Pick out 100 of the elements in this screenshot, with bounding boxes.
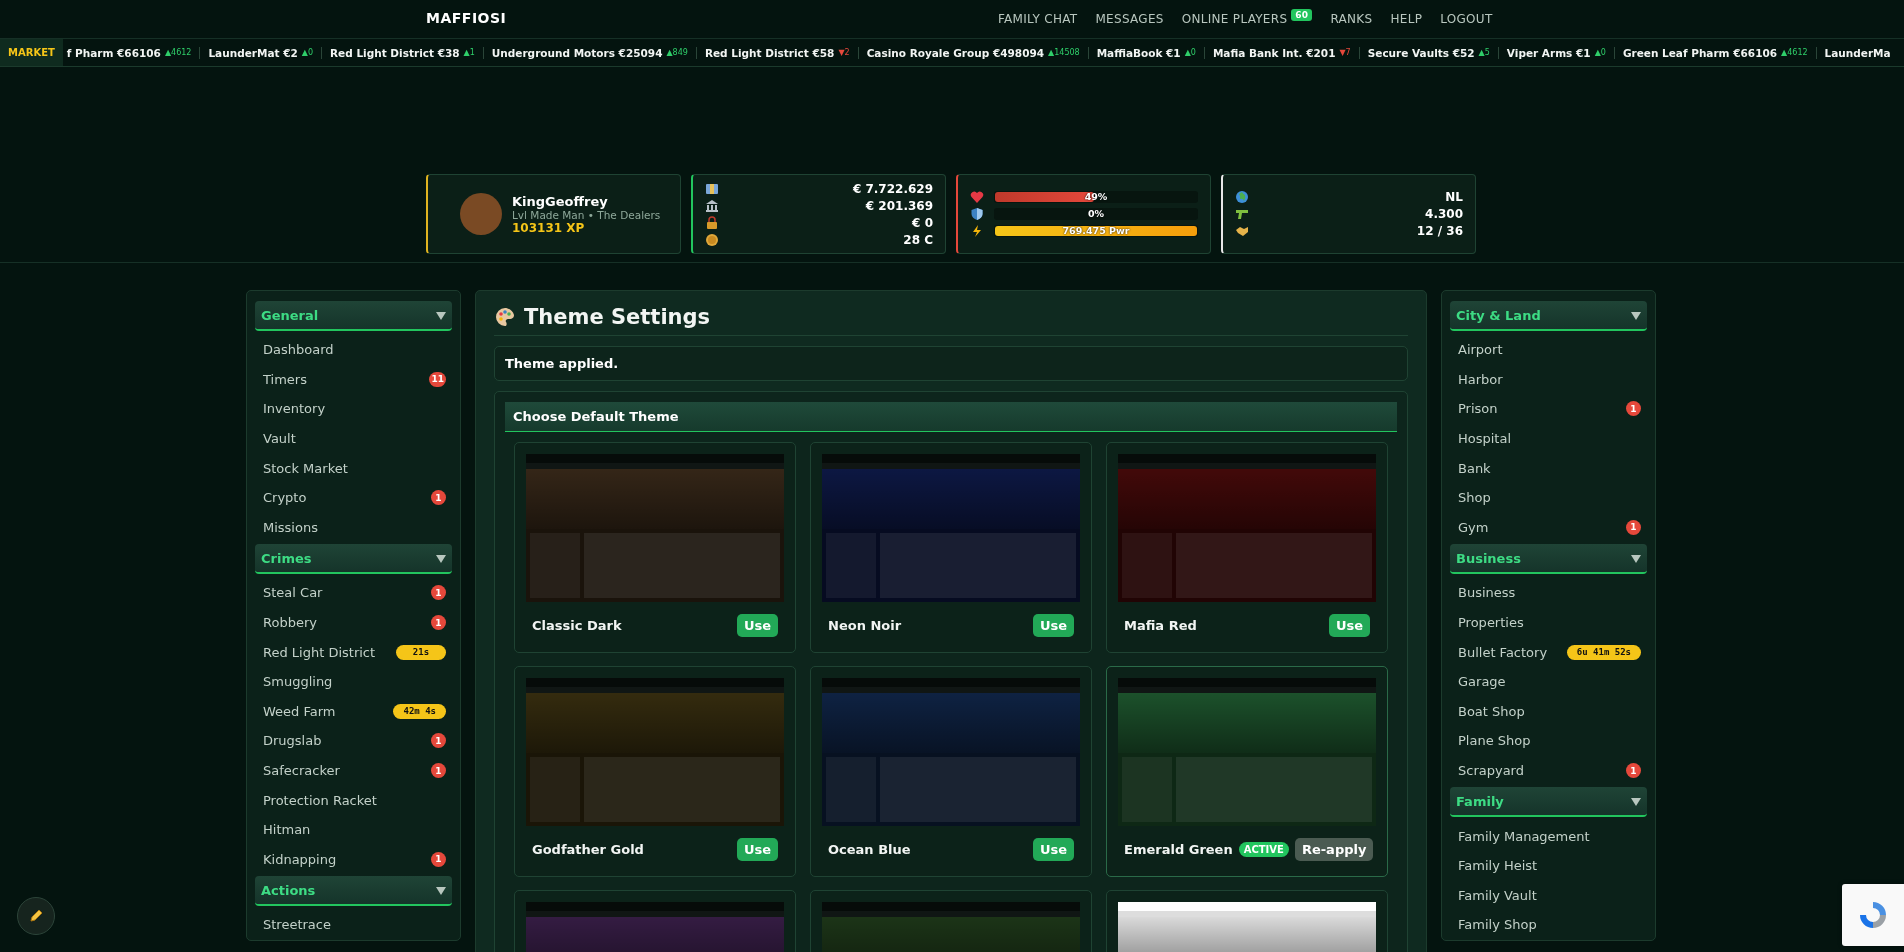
- theme-name: Godfather Gold: [532, 842, 645, 857]
- active-badge: ACTIVE: [1238, 842, 1289, 857]
- captcha-badge[interactable]: [1842, 884, 1904, 946]
- lightning-icon: [970, 224, 984, 238]
- menu-item[interactable]: Plane Shop: [1450, 726, 1647, 756]
- menu-item[interactable]: Business: [1450, 578, 1647, 608]
- ticker-item[interactable]: MaffiaBook €1 ▲0: [1088, 46, 1205, 59]
- menu-item[interactable]: Hospital: [1450, 423, 1647, 454]
- nav-link[interactable]: FAMILY CHAT: [998, 12, 1078, 26]
- count-badge: 1: [431, 733, 446, 749]
- menu-item[interactable]: Crypto 1: [255, 482, 452, 513]
- price-change: ▲0: [1594, 48, 1606, 57]
- ticker-item[interactable]: LaunderMa: [1816, 46, 1891, 59]
- stat-value: € 7.722.629: [852, 181, 933, 196]
- menu-item[interactable]: Hitman: [255, 814, 452, 845]
- heart-icon: [970, 190, 984, 204]
- section-header[interactable]: General: [255, 301, 452, 331]
- menu-item[interactable]: Safecracker 1: [255, 755, 452, 786]
- section-header[interactable]: Business: [1450, 544, 1647, 575]
- theme-name: Emerald Green: [1124, 842, 1233, 857]
- stat-value: NL: [1445, 190, 1463, 204]
- caret-down-icon: [436, 886, 446, 895]
- menu-item[interactable]: Airport: [1450, 335, 1647, 365]
- menu-item[interactable]: Family Management: [1450, 821, 1647, 851]
- price-change: ▲14508: [1048, 48, 1080, 57]
- section-header[interactable]: Family: [1450, 787, 1647, 818]
- ticker-item[interactable]: Red Light District €58 ▼2: [696, 46, 859, 59]
- palette-icon: [494, 306, 516, 328]
- menu-item[interactable]: Prison 1: [1450, 394, 1647, 424]
- ticker-item[interactable]: f Pharm €66106 ▲4612: [62, 46, 201, 59]
- reapply-button[interactable]: Re-apply: [1294, 838, 1374, 861]
- shield-icon: [970, 207, 984, 221]
- nav-link[interactable]: LOGOUT: [1440, 12, 1493, 26]
- online-count-badge: 60: [1291, 9, 1313, 21]
- ticker-item[interactable]: Red Light District €38 ▲1: [322, 46, 484, 59]
- site-logo[interactable]: MAFFIOSI: [426, 10, 507, 26]
- menu-item[interactable]: Gym 1: [1450, 512, 1647, 543]
- menu-item[interactable]: Timers 11: [255, 364, 452, 395]
- count-badge: 11: [429, 371, 446, 387]
- menu-item[interactable]: Shop: [1450, 482, 1647, 513]
- nav-link[interactable]: ONLINE PLAYERS 60: [1181, 12, 1313, 26]
- menu-item[interactable]: Kidnapping 1: [255, 844, 452, 875]
- menu-item[interactable]: Bullet Factory 6u 41m 52s: [1450, 637, 1647, 667]
- theme-name: Mafia Red: [1124, 618, 1198, 633]
- menu-item[interactable]: Steal Car 1: [255, 578, 452, 608]
- ticker-label: MARKET: [0, 39, 63, 66]
- ticker-item[interactable]: Green Leaf Pharm €66106 ▲4612: [1614, 46, 1817, 59]
- theme-name: Neon Noir: [828, 618, 903, 633]
- bank-icon: [705, 198, 719, 213]
- page-title: Theme Settings: [524, 305, 711, 329]
- section-header[interactable]: Actions: [255, 876, 452, 907]
- menu-item[interactable]: Inventory: [255, 394, 452, 424]
- ticker-item[interactable]: Casino Royale Group €498094 ▲14508: [858, 46, 1089, 59]
- menu-item[interactable]: Family Vault: [1450, 880, 1647, 911]
- nav-link[interactable]: MESSAGES: [1095, 12, 1164, 26]
- menu-item[interactable]: Robbery 1: [255, 607, 452, 638]
- ticker-item[interactable]: Underground Motors €25094 ▲849: [483, 46, 697, 59]
- menu-item[interactable]: Family Shop: [1450, 910, 1647, 940]
- menu-item[interactable]: Dashboard: [255, 335, 452, 365]
- price-change: ▲0: [301, 48, 314, 57]
- bar-label: 0%: [1086, 208, 1106, 220]
- menu-item[interactable]: Scrapyard 1: [1450, 755, 1647, 786]
- count-badge: 1: [431, 851, 446, 867]
- menu-item[interactable]: Vault: [255, 423, 452, 454]
- menu-item[interactable]: Garage: [1450, 666, 1647, 697]
- edit-button[interactable]: [17, 897, 55, 935]
- stat-value: 12 / 36: [1416, 224, 1463, 238]
- section-header[interactable]: Crimes: [255, 544, 452, 575]
- menu-item[interactable]: Stock Market: [255, 453, 452, 483]
- bar-label: 769.475 Pwr: [1061, 225, 1131, 237]
- count-badge: 1: [1626, 401, 1641, 417]
- stat-value: 4.300: [1425, 207, 1463, 221]
- caret-down-icon: [436, 554, 446, 563]
- ticker-item[interactable]: Secure Vaults €52 ▲5: [1359, 46, 1499, 59]
- menu-item[interactable]: Red Light District 21s: [255, 637, 452, 667]
- price-change: ▼7: [1339, 48, 1351, 57]
- menu-item[interactable]: Family Heist: [1450, 850, 1647, 881]
- ticker-item[interactable]: Viper Arms €1 ▲0: [1498, 46, 1615, 59]
- section-header[interactable]: City & Land: [1450, 301, 1647, 331]
- menu-item[interactable]: Streetrace: [255, 910, 452, 940]
- stat-value: € 201.369: [865, 198, 933, 213]
- nav-link[interactable]: RANKS: [1330, 12, 1373, 26]
- caret-down-icon: [1631, 311, 1641, 320]
- menu-item[interactable]: Protection Racket: [255, 785, 452, 815]
- player-name[interactable]: KingGeoffrey: [512, 193, 661, 209]
- menu-item[interactable]: Smuggling: [255, 666, 452, 697]
- ticker-item[interactable]: LaunderMat €2 ▲0: [200, 46, 323, 59]
- menu-item[interactable]: Boat Shop: [1450, 696, 1647, 727]
- menu-item[interactable]: Properties: [1450, 607, 1647, 638]
- caret-down-icon: [1631, 554, 1641, 563]
- ticker-item[interactable]: Mafia Bank Int. €201 ▼7: [1204, 46, 1360, 59]
- nav-link[interactable]: HELP: [1390, 12, 1423, 26]
- menu-item[interactable]: Drugslab 1: [255, 726, 452, 756]
- theme-name: Ocean Blue: [828, 842, 912, 857]
- menu-item[interactable]: Harbor: [1450, 364, 1647, 395]
- menu-item[interactable]: Weed Farm 42m 4s: [255, 696, 452, 727]
- price-change: ▲849: [666, 48, 688, 57]
- count-badge: 1: [431, 763, 446, 778]
- menu-item[interactable]: Missions: [255, 512, 452, 543]
- menu-item[interactable]: Bank: [1450, 453, 1647, 483]
